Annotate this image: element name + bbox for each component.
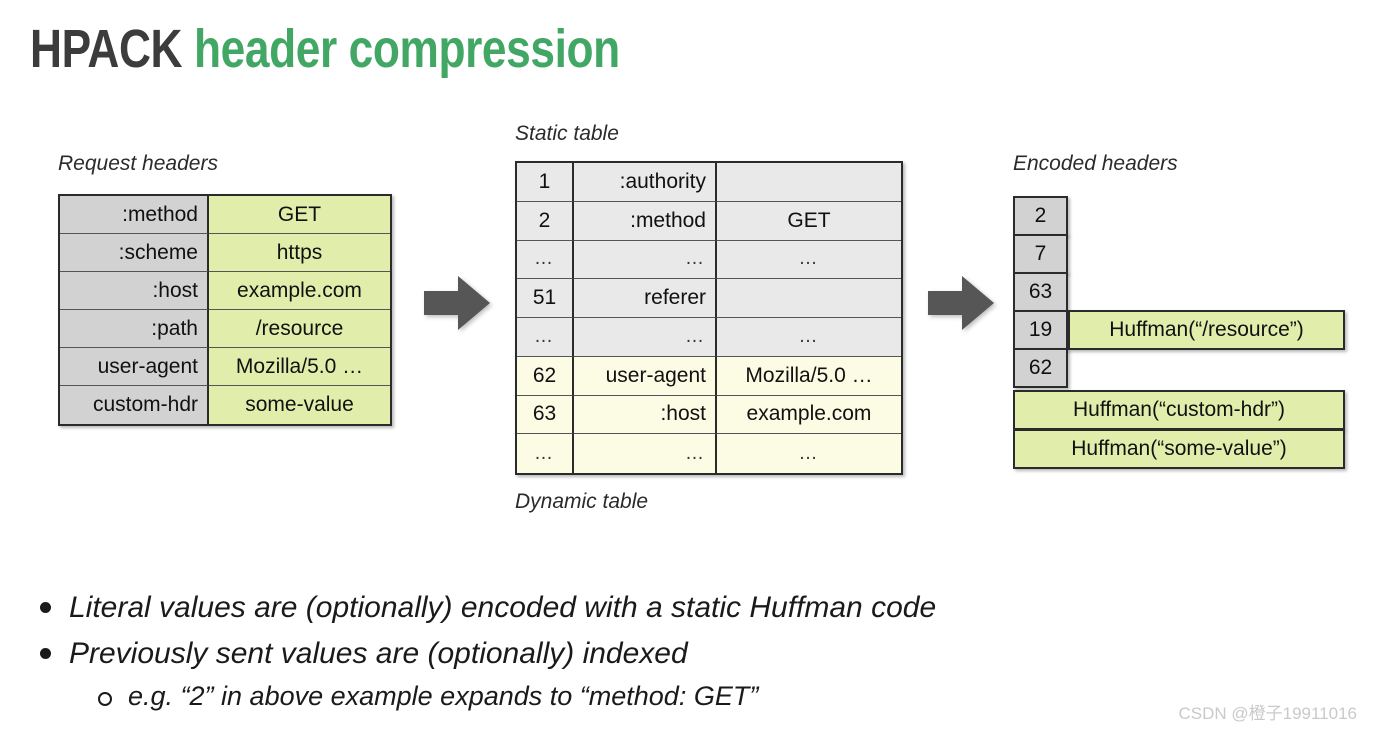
header-value-cell: some-value xyxy=(209,386,390,424)
entry-value-cell: example.com xyxy=(717,395,901,435)
index-table: 1 :authority 2 :method GET … … … 51 refe… xyxy=(515,161,903,475)
entry-value-cell: … xyxy=(717,240,901,280)
list-item: Previously sent values are (optionally) … xyxy=(40,634,1220,674)
bullet-text: e.g. “2” in above example expands to “me… xyxy=(128,681,759,712)
entry-value-cell: … xyxy=(717,434,901,473)
entry-name-cell: :host xyxy=(574,395,717,435)
entry-name-cell: referer xyxy=(574,279,717,318)
encoded-literal-some-value: Huffman(“some-value”) xyxy=(1013,429,1345,469)
entry-name-cell: user-agent xyxy=(574,356,717,396)
encoded-headers-caption: Encoded headers xyxy=(1013,152,1178,175)
index-cell: … xyxy=(517,434,574,473)
index-cell: … xyxy=(517,240,574,280)
header-name-cell: user-agent xyxy=(60,348,209,386)
header-value-cell: example.com xyxy=(209,272,390,310)
index-cell: 62 xyxy=(517,356,574,396)
entry-name-cell: :method xyxy=(574,201,717,241)
index-cell: 1 xyxy=(517,163,574,202)
entry-name-cell: :authority xyxy=(574,163,717,202)
encoded-index-cell: 19 xyxy=(1013,310,1068,350)
table-row: custom-hdr some-value xyxy=(60,386,390,424)
bullet-text: Previously sent values are (optionally) … xyxy=(69,636,688,670)
table-row: :path /resource xyxy=(60,310,390,348)
header-name-cell: :path xyxy=(60,310,209,348)
encoded-index-cell: 63 xyxy=(1013,272,1068,312)
dynamic-table-caption: Dynamic table xyxy=(515,490,649,513)
table-row: 51 referer xyxy=(517,279,901,318)
bullet-text: Literal values are (optionally) encoded … xyxy=(69,591,937,624)
table-row: user-agent Mozilla/5.0 … xyxy=(60,348,390,386)
table-row: … … … xyxy=(517,240,901,280)
table-row: :method GET xyxy=(60,196,390,234)
encoded-literal-custom-hdr: Huffman(“custom-hdr”) xyxy=(1013,390,1345,430)
encoded-literal-resource: Huffman(“/resource”) xyxy=(1068,310,1345,350)
title-part-hpack: HPACK xyxy=(30,19,183,79)
index-cell: 51 xyxy=(517,279,574,318)
encoded-headers-group: 2 7 63 19 62 Huffman(“/resource”) Huffma… xyxy=(1013,196,1345,471)
index-cell: 63 xyxy=(517,395,574,435)
bullet-dot-icon xyxy=(40,602,51,613)
page-title: HPACK header compression xyxy=(30,18,620,80)
static-table-caption: Static table xyxy=(515,122,619,145)
entry-value-cell: GET xyxy=(717,201,901,241)
list-item: e.g. “2” in above example expands to “me… xyxy=(98,679,1220,715)
request-headers-table: :method GET :scheme https :host example.… xyxy=(58,194,392,426)
entry-value-cell xyxy=(717,163,901,202)
entry-value-cell: Mozilla/5.0 … xyxy=(717,356,901,396)
right-arrow-icon-2 xyxy=(928,274,994,332)
table-row: 1 :authority xyxy=(517,163,901,202)
bullet-dot-icon xyxy=(40,647,51,659)
table-row: :host example.com xyxy=(60,272,390,310)
list-item: Literal values are (optionally) encoded … xyxy=(40,588,1220,628)
table-row: … … … xyxy=(517,434,901,473)
table-row: 62 user-agent Mozilla/5.0 … xyxy=(517,356,901,396)
header-value-cell: https xyxy=(209,234,390,272)
table-row: … … … xyxy=(517,318,901,357)
bullet-list: Literal values are (optionally) encoded … xyxy=(40,588,1220,721)
header-name-cell: :method xyxy=(60,196,209,234)
header-name-cell: :host xyxy=(60,272,209,310)
index-cell: 2 xyxy=(517,201,574,241)
title-part-header-compression: header compression xyxy=(194,19,620,79)
encoded-index-cell: 62 xyxy=(1013,348,1068,388)
table-row: :scheme https xyxy=(60,234,390,272)
entry-name-cell: … xyxy=(574,240,717,280)
request-headers-caption: Request headers xyxy=(58,152,218,175)
table-row: 2 :method GET xyxy=(517,201,901,241)
encoded-index-cell: 7 xyxy=(1013,234,1068,274)
watermark: CSDN @橙子19911016 xyxy=(1178,704,1357,723)
header-value-cell: /resource xyxy=(209,310,390,348)
slide: HPACK header compression Request headers… xyxy=(0,0,1383,734)
entry-value-cell xyxy=(717,279,901,318)
header-value-cell: GET xyxy=(209,196,390,234)
entry-name-cell: … xyxy=(574,434,717,473)
header-name-cell: :scheme xyxy=(60,234,209,272)
right-arrow-icon-1 xyxy=(424,274,490,332)
table-row: 63 :host example.com xyxy=(517,395,901,435)
index-cell: … xyxy=(517,318,574,357)
entry-name-cell: … xyxy=(574,318,717,357)
header-name-cell: custom-hdr xyxy=(60,386,209,424)
header-value-cell: Mozilla/5.0 … xyxy=(209,348,390,386)
bullet-circle-icon xyxy=(98,692,112,707)
entry-value-cell: … xyxy=(717,318,901,357)
encoded-index-cell: 2 xyxy=(1013,196,1068,236)
